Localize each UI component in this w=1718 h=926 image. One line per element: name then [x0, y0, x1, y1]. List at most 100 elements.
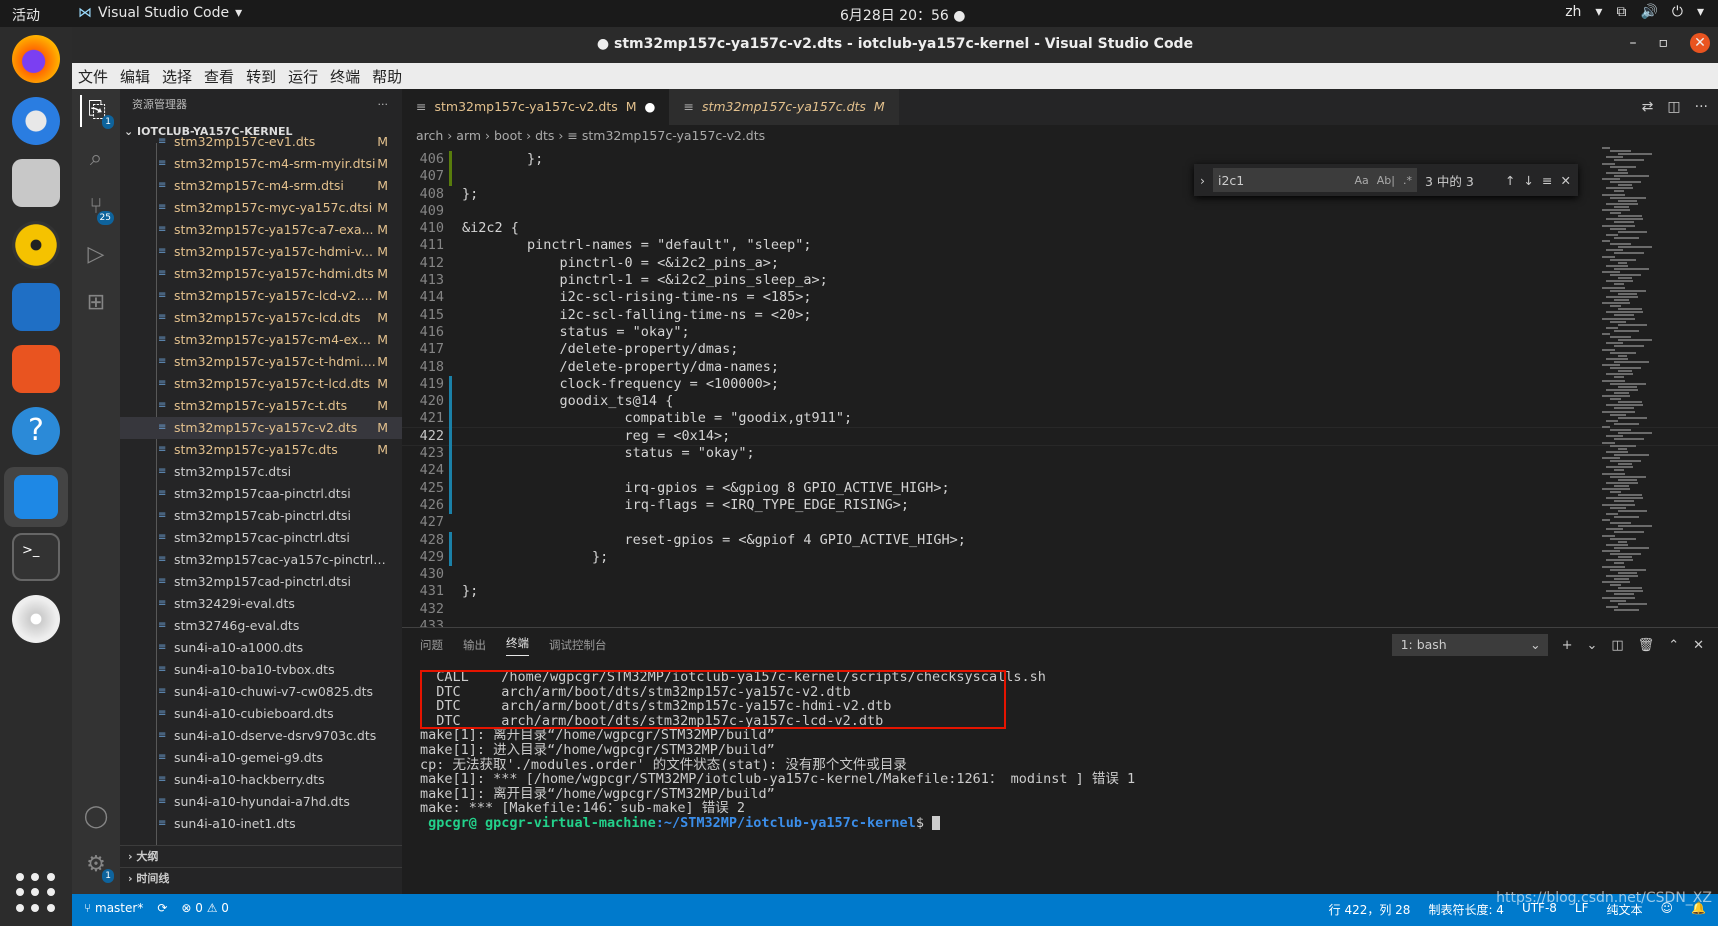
arrow-up-icon[interactable]: ↑: [1505, 173, 1515, 188]
menu-selection[interactable]: 选择: [162, 66, 192, 87]
find-input[interactable]: i2c1 Aa Ab| .*: [1213, 168, 1417, 192]
terminal-prompt[interactable]: gpcgr@ gpcgr-virtual-machine:~/STM32MP/i…: [420, 816, 1710, 831]
menu-terminal[interactable]: 终端: [330, 66, 360, 87]
code-line[interactable]: 433: [402, 618, 1718, 627]
file-item[interactable]: ≡ stm32mp157c-ya157c-hdmi.dts M: [120, 263, 402, 285]
code-line[interactable]: 415 i2c-scl-falling-time-ns = <20>;: [402, 307, 1718, 324]
code-line[interactable]: 416 status = "okay";: [402, 324, 1718, 341]
file-item[interactable]: ≡ stm32mp157c.dtsi: [120, 461, 402, 483]
outline-section[interactable]: › 大纲: [120, 845, 402, 867]
code-line[interactable]: 417 /delete-property/dmas;: [402, 341, 1718, 358]
crumb-arm[interactable]: arm: [456, 128, 481, 143]
file-item[interactable]: ≡ stm32mp157c-ya157c-t-hdmi.... M: [120, 351, 402, 373]
find-in-selection-icon[interactable]: ≡: [1542, 173, 1552, 188]
split-terminal-icon[interactable]: ◫: [1611, 638, 1623, 653]
dvd-icon[interactable]: [12, 595, 60, 643]
minimap[interactable]: [1596, 147, 1706, 627]
code-line[interactable]: 419 clock-frequency = <100000>;: [402, 375, 1718, 394]
terminal-icon[interactable]: >_: [12, 533, 60, 581]
file-item[interactable]: ≡ stm32mp157c-ya157c-t.dts M: [120, 395, 402, 417]
tab-terminal[interactable]: 终端: [506, 635, 529, 656]
maximize-button[interactable]: ▫: [1659, 35, 1669, 51]
menu-go[interactable]: 转到: [246, 66, 276, 87]
file-item[interactable]: ≡ stm32mp157c-ya157c-lcd-v2.... M: [120, 285, 402, 307]
file-item[interactable]: ≡ stm32mp157cab-pinctrl.dtsi: [120, 505, 402, 527]
file-item[interactable]: ≡ stm32746g-eval.dts: [120, 615, 402, 637]
file-item[interactable]: ≡ sun4i-a10-hackberry.dts: [120, 769, 402, 791]
extensions-icon[interactable]: ⊞: [80, 287, 112, 319]
code-line[interactable]: 413 pinctrl-1 = <&i2c2_pins_sleep_a>;: [402, 272, 1718, 289]
code-line[interactable]: 428 reset-gpios = <&gpiof 4 GPIO_ACTIVE_…: [402, 531, 1718, 550]
code-line[interactable]: 412 pinctrl-0 = <&i2c2_pins_a>;: [402, 255, 1718, 272]
code-line[interactable]: 418 /delete-property/dma-names;: [402, 359, 1718, 376]
system-tray[interactable]: zh ▾ ⧉ 🔊 ⏻ ▾: [1565, 4, 1704, 20]
regex-toggle[interactable]: .*: [1403, 174, 1412, 187]
code-line[interactable]: 423 status = "okay";: [402, 445, 1718, 463]
files-icon[interactable]: [12, 159, 60, 207]
cursor-position[interactable]: 行 422，列 28: [1329, 901, 1411, 918]
indentation-status[interactable]: 制表符长度: 4: [1428, 901, 1504, 918]
file-item[interactable]: ≡ stm32mp157c-ya157c-v2.dts M: [120, 417, 402, 439]
code-line[interactable]: 409: [402, 203, 1718, 220]
new-terminal-icon[interactable]: +: [1562, 638, 1573, 653]
menu-run[interactable]: 运行: [288, 66, 318, 87]
file-item[interactable]: ≡ sun4i-a10-cubieboard.dts: [120, 703, 402, 725]
crumb-arch[interactable]: arch: [416, 128, 443, 143]
file-item[interactable]: ≡ stm32mp157c-ya157c-a7-exa... M: [120, 219, 402, 241]
tab-dirty-dot[interactable]: ●: [645, 89, 656, 125]
file-item[interactable]: ≡ stm32mp157c-ya157c-m4-exa... M: [120, 329, 402, 351]
code-editor[interactable]: 406 }; 407 408}; 409 410 &i2c2 {411 pinctrl-n…: [402, 147, 1718, 627]
problems-status[interactable]: ⊗ 0 ⚠ 0: [181, 901, 229, 915]
file-item[interactable]: ≡ sun4i-a10-gemei-g9.dts: [120, 747, 402, 769]
code-line[interactable]: 421 compatible = "goodix,gt911";: [402, 410, 1718, 429]
close-icon[interactable]: ✕: [1560, 173, 1570, 188]
code-line[interactable]: 414 i2c-scl-rising-time-ns = <185>;: [402, 289, 1718, 306]
crumb-boot[interactable]: boot: [494, 128, 522, 143]
file-item[interactable]: ≡ stm32mp157c-ya157c-lcd.dts M: [120, 307, 402, 329]
file-item[interactable]: ≡ stm32mp157cac-ya157c-pinctrl.dtsi: [120, 549, 402, 571]
file-item[interactable]: ≡ sun4i-a10-ba10-tvbox.dts: [120, 659, 402, 681]
code-line[interactable]: 422 reg = <0x14>;: [402, 426, 1718, 447]
tab-problems[interactable]: 问题: [420, 637, 443, 653]
menu-file[interactable]: 文件: [78, 66, 108, 87]
activities-button[interactable]: 活动: [12, 5, 40, 25]
file-item[interactable]: ≡ stm32429i-eval.dts: [120, 593, 402, 615]
tab-ya157c[interactable]: ≡ stm32mp157c-ya157c.dts M: [669, 89, 899, 125]
more-actions-button[interactable]: ···: [378, 89, 389, 121]
file-item[interactable]: ≡ sun4i-a10-a1000.dts: [120, 637, 402, 659]
software-center-icon[interactable]: [12, 345, 60, 393]
tab-ya157c-v2[interactable]: ≡ stm32mp157c-ya157c-v2.dts M ●: [402, 89, 670, 125]
tab-debug-console[interactable]: 调试控制台: [549, 637, 607, 653]
code-line[interactable]: 431};: [402, 583, 1718, 600]
file-item[interactable]: ≡ stm32mp157caa-pinctrl.dtsi: [120, 483, 402, 505]
sync-icon[interactable]: ⟳: [157, 901, 167, 915]
app-menu[interactable]: ⋈ Visual Studio Code ▾: [78, 5, 242, 21]
code-line[interactable]: 427: [402, 514, 1718, 531]
clock[interactable]: 6月28日 20：56 ●: [840, 5, 965, 25]
chevron-right-icon[interactable]: ›: [1200, 173, 1205, 188]
explorer-icon[interactable]: ⎘ 1: [80, 95, 114, 129]
code-line[interactable]: 426 irq-flags = <IRQ_TYPE_EDGE_RISING>;: [402, 496, 1718, 515]
terminal-select[interactable]: 1: bash ⌄: [1391, 634, 1548, 656]
file-item[interactable]: ≡ stm32mp157c-ev1.dts M: [120, 131, 402, 153]
crumb-dts[interactable]: dts: [535, 128, 554, 143]
close-button[interactable]: ✕: [1690, 33, 1710, 53]
file-item[interactable]: ≡ stm32mp157c-ya157c-hdmi-v... M: [120, 241, 402, 263]
file-item[interactable]: ≡ sun4i-a10-hyundai-a7hd.dts: [120, 791, 402, 813]
settings-gear-icon[interactable]: ⚙ 1: [80, 849, 114, 883]
file-item[interactable]: ≡ stm32mp157cad-pinctrl.dtsi: [120, 571, 402, 593]
code-line[interactable]: 410 &i2c2 {: [402, 220, 1718, 237]
writer-icon[interactable]: [12, 283, 60, 331]
code-line[interactable]: 429 };: [402, 548, 1718, 567]
close-panel-icon[interactable]: ✕: [1693, 638, 1704, 653]
file-item[interactable]: ≡ stm32mp157c-ya157c.dts M: [120, 439, 402, 461]
arrow-down-icon[interactable]: ↓: [1523, 173, 1533, 188]
minimize-button[interactable]: –: [1630, 35, 1637, 51]
maximize-panel-icon[interactable]: ⌃: [1668, 638, 1679, 653]
rhythmbox-icon[interactable]: [12, 221, 60, 269]
match-case-toggle[interactable]: Aa: [1355, 174, 1369, 187]
code-line[interactable]: 430: [402, 566, 1718, 583]
source-control-icon[interactable]: ⑂ 25: [80, 191, 114, 225]
file-item[interactable]: ≡ sun4i-a10-inet1.dts: [120, 813, 402, 833]
branch-status[interactable]: ⑂ master*: [84, 901, 143, 915]
